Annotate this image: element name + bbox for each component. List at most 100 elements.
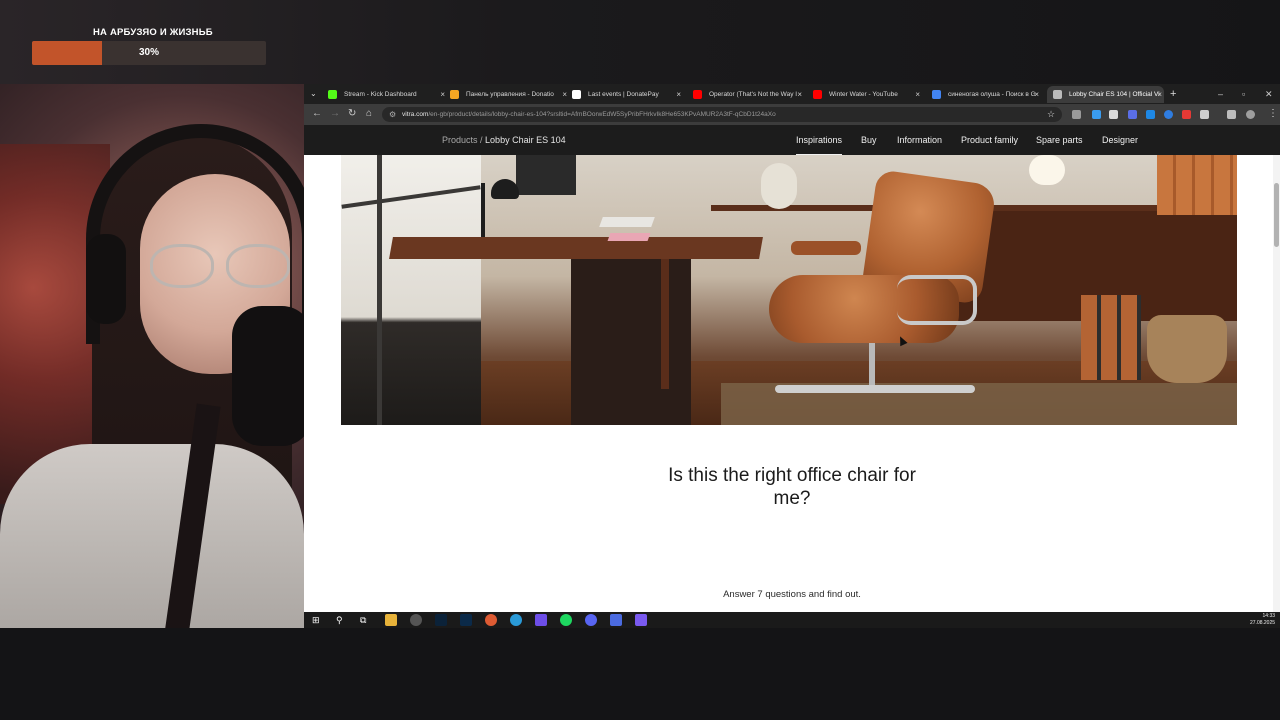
browser-tab[interactable]: Operator (That's Not the Way I ×: [687, 86, 804, 103]
tab-favicon-icon: [813, 90, 822, 99]
photoshop-icon[interactable]: [460, 614, 472, 626]
chair-frame: [897, 275, 977, 325]
profile-icon[interactable]: [1227, 110, 1236, 119]
discord-icon[interactable]: [585, 614, 597, 626]
hero-window-frame: [377, 155, 382, 425]
nav-link-spare-parts[interactable]: Spare parts: [1036, 125, 1083, 155]
goal-title: НА АРБУЗЯО И ЖИЗНЬБ: [93, 27, 213, 38]
hero-vase: [761, 163, 797, 209]
nav-link-information[interactable]: Information: [897, 125, 942, 155]
windows-start-icon[interactable]: ⊞: [312, 612, 320, 628]
hero-desk-leg: [661, 259, 669, 389]
new-tab-icon[interactable]: +: [1170, 86, 1176, 102]
tab-label: Winter Water - YouTube: [829, 91, 898, 98]
quiz-subtitle[interactable]: Answer 7 questions and find out.: [304, 589, 1280, 600]
url-field[interactable]: ⚙ vitra.com/en-gb/product/details/lobby-…: [382, 107, 1062, 122]
reload-icon[interactable]: ↻: [348, 107, 356, 121]
tab-close-icon[interactable]: ×: [797, 86, 802, 103]
stream-overlay-bottom: [0, 628, 1280, 720]
hero-desk-front: [571, 259, 691, 425]
system-clock[interactable]: 14:33 27.08.2025: [1250, 613, 1275, 627]
hero-notebook: [607, 233, 651, 241]
tab-favicon-icon: [450, 90, 459, 99]
webcam-earcup: [86, 234, 126, 324]
address-bar: ← → ↻ ⌂ ⚙ vitra.com/en-gb/product/detail…: [304, 104, 1280, 125]
chair-base: [775, 385, 975, 393]
tab-close-icon[interactable]: ×: [1157, 86, 1162, 103]
tab-search-icon[interactable]: ⌄: [310, 86, 317, 102]
obs-icon[interactable]: [410, 614, 422, 626]
lightroom-icon[interactable]: [435, 614, 447, 626]
maximize-icon[interactable]: ▫: [1242, 86, 1245, 102]
extension-icon[interactable]: [1092, 110, 1101, 119]
windows-taskbar: ⊞ ⚲ ⧉ 14:33 27.08.2025: [304, 612, 1280, 628]
quiz-heading-text: Is this the right office chair for me?: [668, 465, 916, 509]
file-explorer-icon[interactable]: [385, 614, 397, 626]
app-grid-icon[interactable]: [535, 614, 547, 626]
clock-time: 14:33: [1262, 613, 1276, 619]
browser-window: ⌄ Stream - Kick Dashboard × Панель управле…: [304, 84, 1280, 612]
bookmark-star-icon[interactable]: ☆: [1047, 107, 1055, 121]
forward-icon[interactable]: →: [330, 107, 340, 121]
extension-icon[interactable]: [1146, 110, 1155, 119]
tab-bar: ⌄ Stream - Kick Dashboard × Панель управле…: [304, 84, 1280, 104]
extension-icon[interactable]: [1164, 110, 1173, 119]
spotify-icon[interactable]: [560, 614, 572, 626]
task-view-icon[interactable]: ⧉: [360, 612, 366, 628]
quiz-heading: Is this the right office chair for me?: [304, 464, 1280, 510]
extension-icon[interactable]: [1182, 110, 1191, 119]
breadcrumb-current: Lobby Chair ES 104: [485, 135, 566, 145]
browser-tab[interactable]: Lobby Chair ES 104 | Official Vi ×: [1047, 86, 1164, 103]
goal-progress-bar: 30%: [32, 41, 266, 65]
close-window-icon[interactable]: ✕: [1265, 86, 1273, 102]
avatar[interactable]: [1246, 110, 1255, 119]
webcam-feed: [0, 84, 304, 628]
hero-lamp-head: [491, 179, 519, 199]
browser-tab[interactable]: Панель управления - Donatio ×: [444, 86, 569, 103]
search-icon[interactable]: ⚲: [336, 612, 343, 628]
tab-label: Lobby Chair ES 104 | Official Vi: [1069, 91, 1160, 98]
browser-tab[interactable]: синеногая олуша - Поиск в G ×: [926, 86, 1041, 103]
extension-icon[interactable]: [1128, 110, 1137, 119]
site-info-icon[interactable]: ⚙: [389, 108, 396, 121]
browser-tab[interactable]: Last events | DonatePay ×: [566, 86, 683, 103]
extensions-puzzle-icon[interactable]: [1200, 110, 1209, 119]
stats-app-icon[interactable]: [610, 614, 622, 626]
tab-favicon-icon: [1053, 90, 1062, 99]
minimize-icon[interactable]: –: [1218, 86, 1223, 102]
extension-icon[interactable]: [1109, 110, 1118, 119]
scrollbar-thumb[interactable]: [1274, 183, 1279, 247]
breadcrumb: Products / Lobby Chair ES 104: [442, 125, 566, 155]
tab-close-icon[interactable]: ×: [676, 86, 681, 103]
chrome-icon[interactable]: [485, 614, 497, 626]
more-menu-icon[interactable]: ⋮: [1268, 107, 1278, 121]
nav-link-product-family[interactable]: Product family: [961, 125, 1018, 155]
browser-tab[interactable]: Winter Water - YouTube ×: [807, 86, 922, 103]
hero-binders: [1157, 155, 1237, 215]
hero-basket: [1147, 315, 1227, 383]
tab-label: Панель управления - Donatio: [466, 91, 554, 98]
url-path: /en-gb/product/details/lobby-chair-es-10…: [428, 111, 776, 118]
tab-favicon-icon: [572, 90, 581, 99]
tab-close-icon[interactable]: ×: [1034, 86, 1039, 103]
hero-image: [341, 155, 1237, 425]
hero-binders-lower: [1081, 295, 1141, 380]
tab-label: Stream - Kick Dashboard: [344, 91, 417, 98]
edge-icon[interactable]: [510, 614, 522, 626]
tab-label: Last events | DonatePay: [588, 91, 659, 98]
breadcrumb-parent[interactable]: Products /: [442, 135, 483, 145]
home-icon[interactable]: ⌂: [366, 107, 372, 121]
clock-date: 27.08.2025: [1250, 620, 1276, 626]
text-app-icon[interactable]: [635, 614, 647, 626]
stream-overlay-top: НА АРБУЗЯО И ЖИЗНЬБ 30%: [0, 0, 1280, 84]
goal-percent: 30%: [138, 47, 159, 58]
extension-icon[interactable]: [1072, 110, 1081, 119]
nav-link-inspirations[interactable]: Inspirations: [796, 126, 843, 155]
tab-close-icon[interactable]: ×: [915, 86, 920, 103]
nav-link-buy[interactable]: Buy: [861, 125, 877, 155]
browser-tab[interactable]: Stream - Kick Dashboard ×: [322, 86, 447, 103]
url-domain: vitra.com: [402, 111, 429, 118]
nav-link-designer[interactable]: Designer: [1102, 125, 1138, 155]
back-icon[interactable]: ←: [312, 107, 322, 121]
chair-column: [869, 341, 875, 389]
